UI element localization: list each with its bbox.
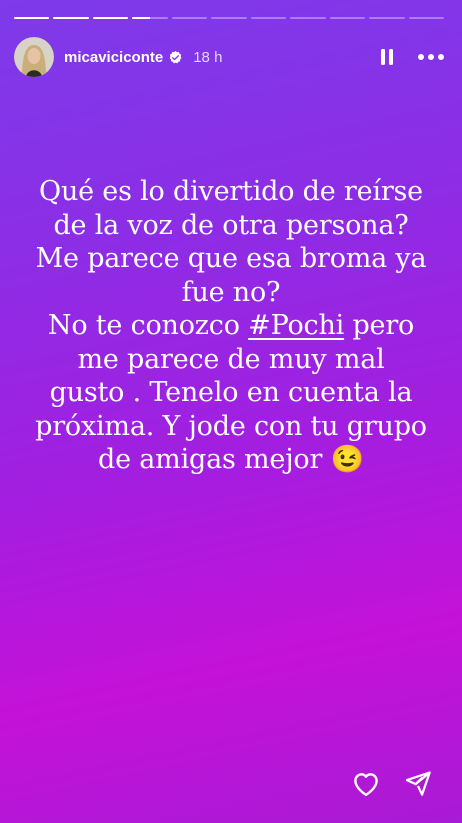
- heart-icon: [354, 773, 378, 797]
- progress-segment: [250, 17, 287, 19]
- pause-button[interactable]: [374, 44, 400, 70]
- progress-segment: [329, 17, 366, 19]
- progress-segment-fill: [53, 17, 89, 19]
- caption-line: próxima. Y jode con tu grupo: [35, 410, 427, 442]
- progress-segment: [408, 17, 444, 19]
- progress-segment-fill: [92, 17, 129, 19]
- caption-text: pero: [344, 310, 415, 341]
- story-caption: Qué es lo divertido de reírse de la voz …: [18, 175, 444, 477]
- share-button[interactable]: [402, 767, 434, 799]
- username[interactable]: micaviciconte: [64, 49, 163, 66]
- timestamp: 18 h: [193, 48, 223, 66]
- like-button[interactable]: [350, 767, 382, 799]
- caption-line: fue no?: [181, 276, 281, 308]
- story-header: micaviciconte 18 h: [14, 36, 446, 78]
- caption-line: gusto . Tenelo en cuenta la: [49, 377, 413, 408]
- more-options-button[interactable]: [416, 44, 446, 70]
- caption-text: No te conozco: [47, 310, 249, 341]
- hashtag-link[interactable]: #Pochi: [248, 310, 344, 341]
- wink-emoji: 😉: [330, 444, 365, 475]
- progress-segment: [14, 17, 50, 19]
- caption-line: me parece de muy mal: [77, 343, 385, 375]
- caption-line: de amigas mejor 😉: [18, 443, 444, 477]
- story-actions: [350, 767, 434, 799]
- progress-segment-fill: [132, 17, 151, 19]
- progress-segment: [171, 17, 208, 19]
- progress-segment-fill: [14, 17, 50, 19]
- caption-text: de amigas mejor: [98, 444, 331, 475]
- pause-icon: [381, 49, 393, 65]
- send-icon: [405, 771, 431, 796]
- story-progress-bar: [14, 17, 444, 19]
- progress-segment: [290, 17, 326, 19]
- progress-segment: [132, 17, 168, 19]
- caption-line: No te conozco #Pochi pero: [18, 309, 444, 343]
- progress-segment: [369, 17, 405, 19]
- avatar[interactable]: [14, 37, 54, 77]
- caption-line: de la voz de otra persona?: [53, 209, 409, 241]
- progress-segment: [92, 17, 129, 19]
- progress-segment: [53, 17, 89, 19]
- caption-line: Qué es lo divertido de reírse: [39, 176, 423, 207]
- caption-line: Me parece que esa broma ya: [35, 243, 427, 274]
- progress-segment: [211, 17, 247, 19]
- more-options-icon: [418, 54, 444, 60]
- verified-badge-icon: [168, 50, 183, 65]
- story-viewer: micaviciconte 18 h Qué es lo divertido d…: [0, 0, 462, 823]
